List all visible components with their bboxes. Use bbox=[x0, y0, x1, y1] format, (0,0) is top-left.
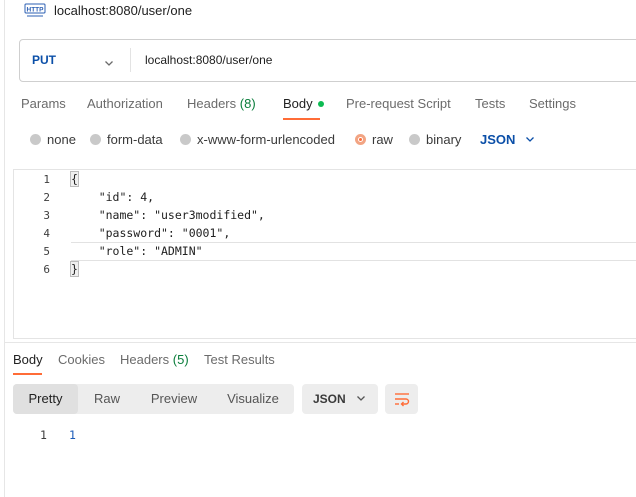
radio-label: x-www-form-urlencoded bbox=[197, 132, 335, 147]
line-number: 4 bbox=[43, 227, 50, 240]
chevron-down-icon bbox=[356, 392, 366, 406]
view-visualize-button[interactable]: Visualize bbox=[212, 384, 294, 414]
response-value: 1 bbox=[69, 428, 76, 442]
radio-icon bbox=[90, 134, 101, 145]
radio-icon bbox=[180, 134, 191, 145]
tab-authorization[interactable]: Authorization bbox=[87, 96, 163, 111]
headers-count: (8) bbox=[239, 96, 256, 111]
body-indicator-dot bbox=[317, 100, 324, 107]
radio-x-www-form-urlencoded[interactable]: x-www-form-urlencoded bbox=[180, 132, 335, 147]
tab-label: Body bbox=[283, 96, 313, 111]
radio-label: raw bbox=[372, 132, 393, 147]
method-select[interactable]: PUT bbox=[32, 40, 56, 81]
code-line: "role": "ADMIN" bbox=[71, 244, 203, 258]
tab-label: Headers bbox=[187, 96, 237, 111]
response-format-select[interactable]: JSON bbox=[302, 384, 378, 414]
radio-binary[interactable]: binary bbox=[409, 132, 461, 147]
format-label: JSON bbox=[480, 132, 516, 147]
radio-label: binary bbox=[426, 132, 462, 147]
tab-title[interactable]: localhost:8080/user/one bbox=[54, 3, 192, 18]
url-input[interactable]: localhost:8080/user/one bbox=[145, 40, 272, 81]
wrap-lines-button[interactable] bbox=[385, 384, 418, 414]
left-border bbox=[4, 0, 5, 497]
radio-none[interactable]: none bbox=[30, 132, 76, 147]
radio-label: form-data bbox=[107, 132, 163, 147]
response-view-switcher: Pretty Raw Preview Visualize bbox=[13, 384, 294, 414]
tab-headers[interactable]: Headers (8) bbox=[187, 96, 256, 111]
response-tab-cookies[interactable]: Cookies bbox=[58, 352, 105, 367]
radio-icon bbox=[409, 134, 420, 145]
radio-icon bbox=[30, 134, 41, 145]
active-tab-underline bbox=[283, 118, 320, 120]
http-icon: HTTP bbox=[24, 1, 46, 19]
line-number: 6 bbox=[43, 263, 50, 276]
tab-label: Headers bbox=[120, 352, 170, 367]
tab-params[interactable]: Params bbox=[21, 96, 66, 111]
response-tab-headers[interactable]: Headers (5) bbox=[120, 352, 189, 367]
code-line: "id": 4, bbox=[71, 190, 155, 204]
radio-label: none bbox=[47, 132, 76, 147]
line-number: 3 bbox=[43, 209, 50, 222]
request-body-editor[interactable]: 1 2 3 4 5 6 { "id": 4, "name": "user3mod… bbox=[13, 169, 636, 339]
svg-text:HTTP: HTTP bbox=[27, 7, 45, 14]
line-number: 5 bbox=[43, 245, 50, 258]
tab-tests[interactable]: Tests bbox=[475, 96, 505, 111]
response-line-number: 1 bbox=[40, 428, 47, 442]
view-preview-button[interactable]: Preview bbox=[136, 384, 212, 414]
request-bar: PUT localhost:8080/user/one bbox=[19, 39, 636, 82]
radio-form-data[interactable]: form-data bbox=[90, 132, 163, 147]
radio-raw[interactable]: raw bbox=[355, 132, 393, 147]
chevron-down-icon bbox=[525, 132, 535, 147]
code-line: { bbox=[70, 171, 79, 187]
active-tab-underline bbox=[13, 373, 42, 375]
format-label: JSON bbox=[313, 392, 346, 406]
response-tab-test-results[interactable]: Test Results bbox=[204, 352, 275, 367]
code-line: } bbox=[70, 261, 79, 277]
line-number: 2 bbox=[43, 191, 50, 204]
code-line: "name": "user3modified", bbox=[71, 208, 265, 222]
divider bbox=[130, 48, 131, 72]
view-raw-button[interactable]: Raw bbox=[78, 384, 136, 414]
window-title-bar: HTTP localhost:8080/user/one bbox=[24, 0, 192, 20]
body-format-select[interactable]: JSON bbox=[480, 132, 535, 147]
tab-body[interactable]: Body bbox=[283, 96, 324, 111]
tab-pre-request-script[interactable]: Pre-request Script bbox=[346, 96, 451, 111]
chevron-down-icon[interactable] bbox=[104, 55, 114, 73]
code-line: "password": "0001", bbox=[71, 226, 231, 240]
view-pretty-button[interactable]: Pretty bbox=[13, 384, 78, 414]
response-tab-body[interactable]: Body bbox=[13, 352, 43, 367]
headers-count: (5) bbox=[172, 352, 189, 367]
line-number: 1 bbox=[43, 173, 50, 186]
pane-divider[interactable] bbox=[4, 342, 636, 343]
tab-settings[interactable]: Settings bbox=[529, 96, 576, 111]
radio-selected-icon bbox=[355, 134, 366, 145]
